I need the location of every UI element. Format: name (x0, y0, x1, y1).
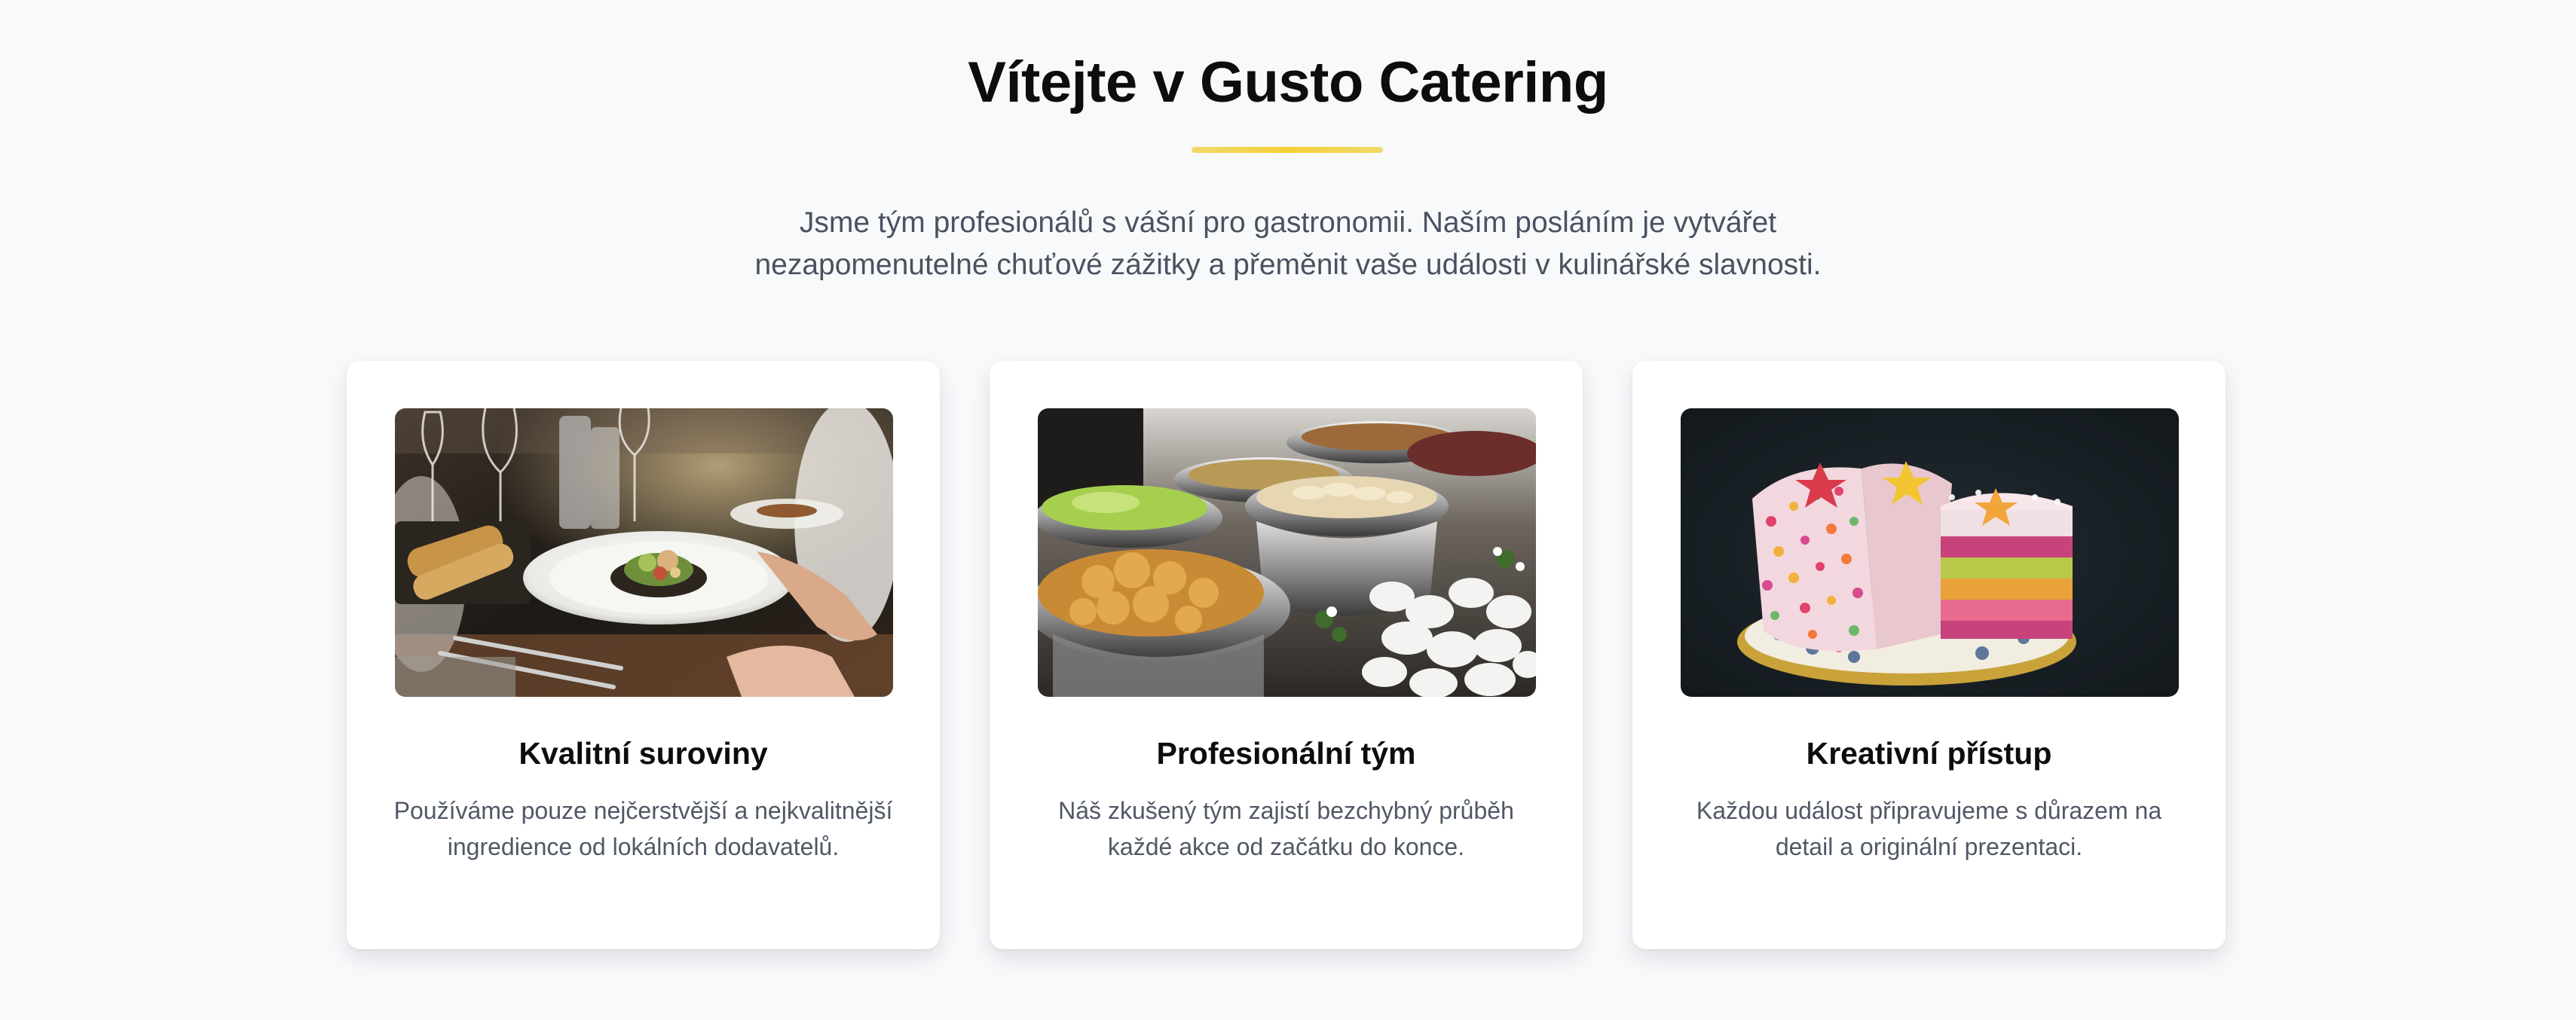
card-description: Každou událost připravujeme s důrazem na… (1696, 797, 2162, 860)
card-title: Kvalitní suroviny (519, 736, 768, 771)
title-accent-divider (1192, 147, 1383, 153)
layered-cake-image (1681, 408, 2179, 697)
catering-buffet-image (1038, 408, 1536, 697)
page-title: Vítejte v Gusto Catering (968, 50, 1608, 115)
feature-card-creative-approach: Kreativní přístup Každou událost připrav… (1632, 361, 2226, 949)
feature-card-professional-team: Profesionální tým Náš zkušený tým zajist… (990, 361, 1583, 949)
feature-card-quality-ingredients: Kvalitní suroviny Používáme pouze nejčer… (347, 361, 940, 949)
card-title: Profesionální tým (1156, 736, 1416, 771)
card-description: Náš zkušený tým zajistí bezchybný průběh… (1058, 797, 1514, 860)
card-title: Kreativní přístup (1806, 736, 2052, 771)
plated-dish-image (395, 408, 893, 697)
about-section: Vítejte v Gusto Catering Jsme tým profes… (0, 0, 2576, 1020)
intro-text: Jsme tým profesionálů s vášní pro gastro… (754, 206, 1822, 281)
card-description: Používáme pouze nejčerstvější a nejkvali… (393, 797, 893, 860)
